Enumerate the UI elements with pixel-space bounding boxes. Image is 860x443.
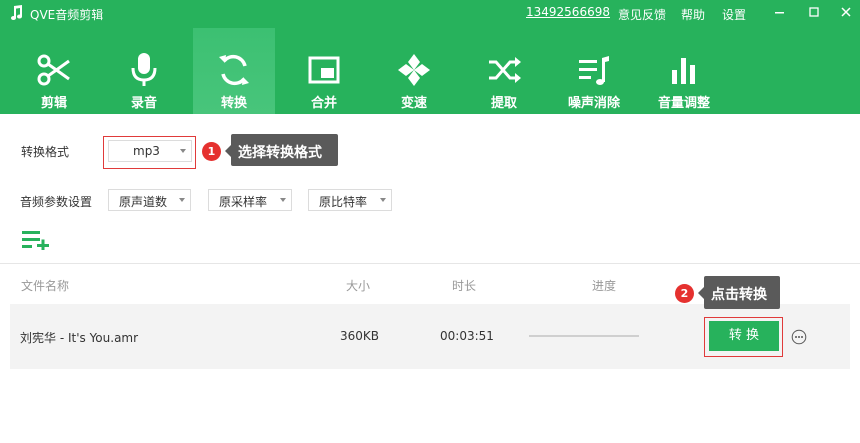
tool-merge[interactable]: 合并 xyxy=(283,28,365,114)
more-options-icon[interactable] xyxy=(791,329,807,345)
tool-label: 录音 xyxy=(130,96,157,111)
tool-label: 转换 xyxy=(220,96,247,111)
header-progress: 进度 xyxy=(592,279,617,293)
step-badge-1: 1 xyxy=(202,142,221,161)
format-select-value: mp3 xyxy=(133,144,160,158)
tool-volume-adjust[interactable]: 音量调整 xyxy=(643,28,725,114)
header-duration: 时长 xyxy=(452,279,477,293)
tool-label: 合并 xyxy=(310,96,337,111)
help-link[interactable]: 帮助 xyxy=(681,6,705,23)
chevron-down-icon xyxy=(380,198,386,202)
params-label: 音频参数设置 xyxy=(20,195,93,209)
sample-rate-select[interactable]: 原采样率 xyxy=(208,189,292,211)
bit-rate-select[interactable]: 原比特率 xyxy=(308,189,392,211)
microphone-icon xyxy=(131,53,157,86)
scissors-icon xyxy=(37,54,70,86)
file-duration: 00:03:51 xyxy=(440,329,494,343)
channels-select[interactable]: 原声道数 xyxy=(108,189,191,211)
channels-select-value: 原声道数 xyxy=(119,195,168,209)
convert-button[interactable]: 转 换 xyxy=(709,321,779,351)
title-bar: QVE音频剪辑 13492566698 意见反馈 帮助 设置 xyxy=(0,0,860,28)
sample-rate-select-value: 原采样率 xyxy=(219,195,268,209)
volume-adjust-icon xyxy=(672,58,695,84)
tooltip-text: 点击转换 xyxy=(711,287,767,303)
format-select[interactable]: mp3 xyxy=(108,140,192,162)
tool-label: 变速 xyxy=(400,96,427,111)
file-name: 刘宪华 - It's You.amr xyxy=(20,331,139,345)
tool-cut[interactable]: 剪辑 xyxy=(13,28,95,114)
tool-label: 噪声消除 xyxy=(567,96,620,111)
tool-label: 剪辑 xyxy=(40,96,67,111)
minimize-icon[interactable] xyxy=(772,4,788,20)
merge-icon xyxy=(308,56,340,84)
tool-record[interactable]: 录音 xyxy=(103,28,185,114)
app-title: QVE音频剪辑 xyxy=(30,8,104,22)
tooltip-step2: 点击转换 xyxy=(698,276,780,309)
app-window: QVE音频剪辑 13492566698 意见反馈 帮助 设置 剪辑 录音 转换 … xyxy=(0,0,860,443)
divider xyxy=(0,263,860,264)
tool-noise-removal[interactable]: 噪声消除 xyxy=(553,28,635,114)
noise-removal-icon xyxy=(579,56,609,85)
feedback-link[interactable]: 意见反馈 xyxy=(618,6,666,23)
format-label: 转换格式 xyxy=(21,145,70,159)
step-badge-2: 2 xyxy=(675,284,694,303)
tooltip-step1: 选择转换格式 xyxy=(225,134,338,166)
add-file-icon[interactable] xyxy=(22,230,50,250)
music-note-icon xyxy=(11,5,23,21)
extract-icon xyxy=(489,57,521,83)
tool-extract[interactable]: 提取 xyxy=(463,28,545,114)
toolbar: 剪辑 录音 转换 合并 变速 提取 噪声消除 音量调整 xyxy=(0,28,860,114)
table-row: 刘宪华 - It's You.amr 360KB 00:03:51 转 换 xyxy=(10,304,850,369)
chevron-down-icon xyxy=(179,198,185,202)
header-name: 文件名称 xyxy=(21,279,70,293)
progress-bar xyxy=(529,335,639,337)
tool-label: 提取 xyxy=(490,96,517,111)
convert-icon xyxy=(219,54,249,86)
phone-link[interactable]: 13492566698 xyxy=(526,5,610,19)
close-icon[interactable] xyxy=(838,4,854,20)
chevron-down-icon xyxy=(180,149,186,153)
speed-icon xyxy=(398,54,430,86)
maximize-icon[interactable] xyxy=(806,4,822,20)
file-size: 360KB xyxy=(340,329,380,343)
chevron-down-icon xyxy=(280,198,286,202)
tool-label: 音量调整 xyxy=(657,96,710,111)
header-size: 大小 xyxy=(346,279,371,293)
bit-rate-select-value: 原比特率 xyxy=(319,195,368,209)
tool-convert[interactable]: 转换 xyxy=(193,28,275,114)
tooltip-text: 选择转换格式 xyxy=(238,145,322,161)
settings-link[interactable]: 设置 xyxy=(722,6,746,23)
tool-speed[interactable]: 变速 xyxy=(373,28,455,114)
